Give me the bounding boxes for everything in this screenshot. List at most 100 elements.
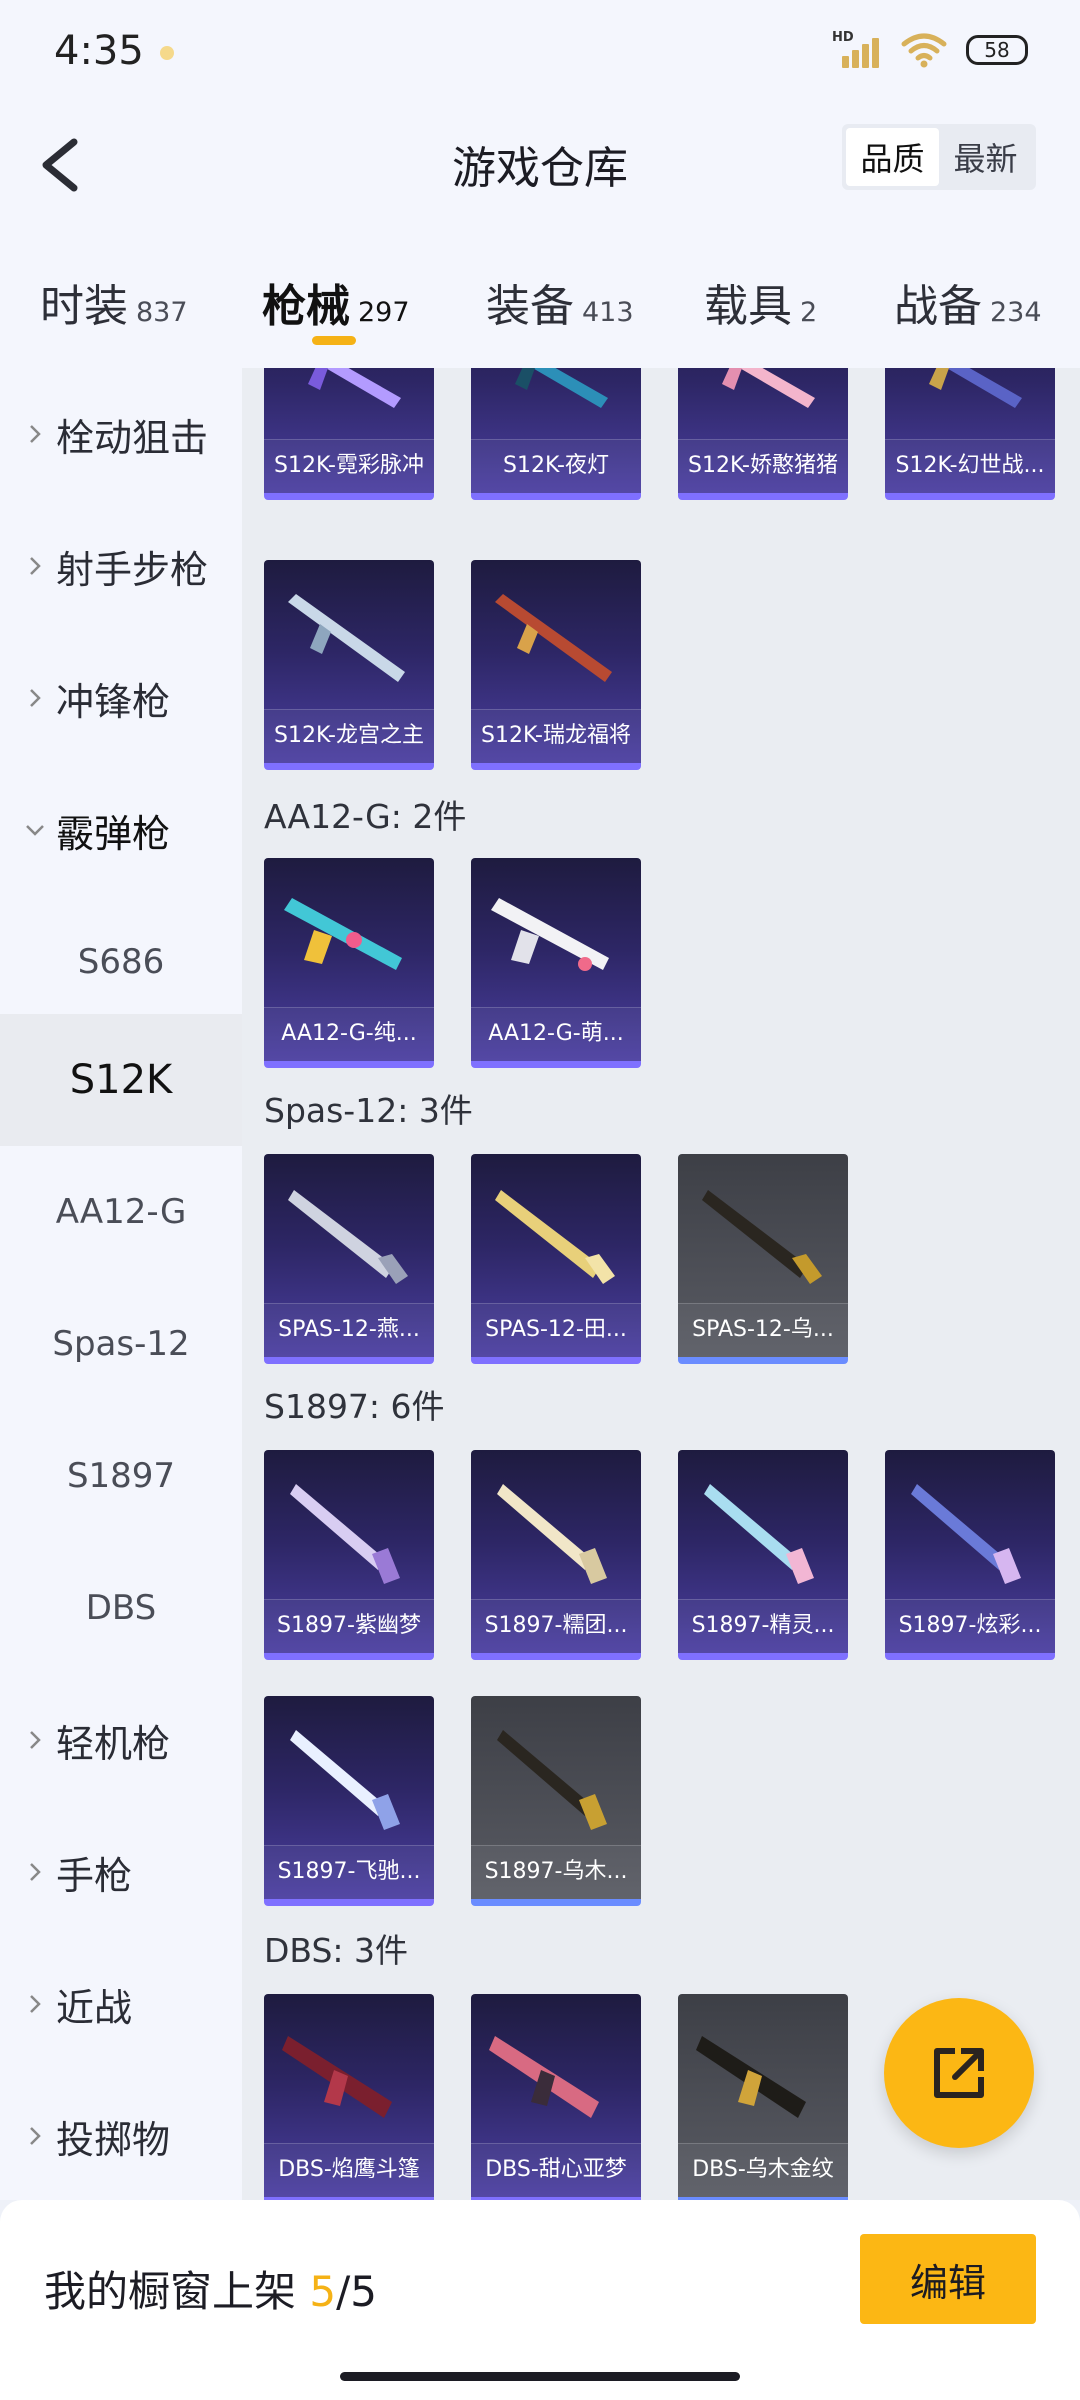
header: 游戏仓库 品质 最新 bbox=[0, 110, 1080, 240]
shotgun-skin-icon bbox=[911, 1484, 1021, 1584]
shotgun-skin-icon bbox=[495, 1190, 615, 1284]
showcase-bar: 我的橱窗上架 5/5 编辑 bbox=[0, 2200, 1080, 2400]
item-name: S12K-龙宫之主 bbox=[264, 709, 434, 763]
sidebar-item-melee[interactable]: 近战 bbox=[0, 1938, 242, 2070]
shotgun-skin-icon bbox=[288, 1190, 408, 1284]
item-name: S1897-乌木... bbox=[471, 1845, 641, 1899]
shotgun-skin-icon bbox=[497, 1484, 607, 1584]
sidebar-item-label: 轻机枪 bbox=[56, 1721, 171, 1766]
hd-label: HD bbox=[832, 30, 854, 45]
shotgun-skin-icon bbox=[290, 1730, 400, 1830]
showcase-current-count: 5 bbox=[309, 2267, 337, 2316]
item-card[interactable]: AA12-G-纯... bbox=[264, 858, 434, 1068]
shotgun-skin-icon bbox=[696, 2036, 806, 2118]
item-card[interactable]: SPAS-12-田... bbox=[471, 1154, 641, 1364]
tab-tactical[interactable]: 战备 234 bbox=[894, 270, 1042, 334]
share-external-icon bbox=[934, 2048, 984, 2098]
item-name: S12K-娇憨猪猪 bbox=[678, 439, 848, 493]
item-card[interactable]: S12K-夜灯 bbox=[471, 368, 641, 500]
shotgun-skin-icon bbox=[290, 1484, 400, 1584]
sidebar-item-label: 栓动狙击 bbox=[56, 415, 209, 460]
showcase-separator: / bbox=[336, 2267, 351, 2316]
item-name: SPAS-12-乌... bbox=[678, 1303, 848, 1357]
item-card[interactable]: S12K-瑞龙福将 bbox=[471, 560, 641, 770]
item-card[interactable]: DBS-甜心亚梦 bbox=[471, 1994, 641, 2200]
tab-count: 297 bbox=[358, 297, 410, 328]
sidebar-item-smg[interactable]: 冲锋枪 bbox=[0, 632, 242, 764]
shotgun-skin-icon bbox=[515, 368, 608, 408]
group-title-s1897: S1897: 6件 bbox=[264, 1387, 445, 1426]
group-title-aa12g: AA12-G: 2件 bbox=[264, 797, 467, 836]
weapon-type-sidebar: 栓动狙击 射手步枪 冲锋枪 霰弹枪 S686 S12K AA12-G Spas-… bbox=[0, 368, 242, 2200]
sort-toggle: 品质 最新 bbox=[842, 124, 1036, 190]
item-card[interactable]: S12K-娇憨猪猪 bbox=[678, 368, 848, 500]
sort-by-quality-button[interactable]: 品质 bbox=[846, 128, 939, 186]
item-card[interactable]: S1897-糯团... bbox=[471, 1450, 641, 1660]
item-grid: S12K-霓彩脉冲 S12K-夜灯 S12K-娇憨猪猪 S12K-幻世战... … bbox=[242, 368, 1080, 2200]
sidebar-item-label: 手枪 bbox=[56, 1853, 133, 1898]
sidebar-item-throwable[interactable]: 投掷物 bbox=[0, 2070, 242, 2202]
sidebar-item-shotgun[interactable]: 霰弹枪 bbox=[0, 764, 242, 896]
item-card[interactable]: AA12-G-萌... bbox=[471, 858, 641, 1068]
item-card[interactable]: S12K-幻世战... bbox=[885, 368, 1055, 500]
item-name: S1897-炫彩... bbox=[885, 1599, 1055, 1653]
item-card[interactable]: S12K-霓彩脉冲 bbox=[264, 368, 434, 500]
sidebar-item-pistol[interactable]: 手枪 bbox=[0, 1806, 242, 1938]
status-time: 4:35 bbox=[54, 28, 144, 74]
tab-firearms[interactable]: 枪械 297 bbox=[262, 270, 410, 334]
item-name: S1897-精灵... bbox=[678, 1599, 848, 1653]
tab-equipment[interactable]: 装备 413 bbox=[486, 270, 634, 334]
item-card[interactable]: SPAS-12-乌... bbox=[678, 1154, 848, 1364]
shotgun-skin-icon bbox=[497, 1730, 607, 1830]
sidebar-sub-aa12g[interactable]: AA12-G bbox=[0, 1146, 242, 1278]
sidebar-sub-s12k[interactable]: S12K bbox=[0, 1014, 242, 1146]
category-tabs: 时装 837 枪械 297 装备 413 载具 2 战备 234 bbox=[0, 240, 1080, 368]
home-indicator[interactable] bbox=[340, 2372, 740, 2381]
shotgun-skin-icon bbox=[284, 898, 402, 970]
chevron-right-icon bbox=[30, 2127, 41, 2145]
tab-vehicles[interactable]: 载具 2 bbox=[704, 270, 817, 334]
sidebar-sub-dbs[interactable]: DBS bbox=[0, 1542, 242, 1674]
tab-fashion[interactable]: 时装 837 bbox=[40, 270, 188, 334]
tab-count: 413 bbox=[582, 297, 634, 328]
item-name: DBS-乌木金纹 bbox=[678, 2143, 848, 2197]
item-card[interactable]: S1897-紫幽梦 bbox=[264, 1450, 434, 1660]
item-name: S12K-霓彩脉冲 bbox=[264, 439, 434, 493]
chevron-right-icon bbox=[30, 557, 41, 575]
item-card[interactable]: S1897-炫彩... bbox=[885, 1450, 1055, 1660]
item-name: SPAS-12-田... bbox=[471, 1303, 641, 1357]
sidebar-sub-spas12[interactable]: Spas-12 bbox=[0, 1278, 242, 1410]
item-name: DBS-焰鹰斗篷 bbox=[264, 2143, 434, 2197]
item-card[interactable]: S1897-乌木... bbox=[471, 1696, 641, 1906]
battery-level: 58 bbox=[984, 38, 1010, 62]
shotgun-skin-icon bbox=[704, 1484, 814, 1584]
item-name: S12K-瑞龙福将 bbox=[471, 709, 641, 763]
group-title-spas12: Spas-12: 3件 bbox=[264, 1091, 473, 1130]
item-card[interactable]: DBS-乌木金纹 bbox=[678, 1994, 848, 2200]
item-card[interactable]: SPAS-12-燕... bbox=[264, 1154, 434, 1364]
share-button[interactable] bbox=[884, 1998, 1034, 2148]
shotgun-skin-icon bbox=[722, 368, 815, 408]
sidebar-item-label: 射手步枪 bbox=[56, 547, 209, 592]
item-card[interactable]: S1897-飞驰... bbox=[264, 1696, 434, 1906]
shotgun-skin-icon bbox=[702, 1190, 822, 1284]
sort-by-newest-button[interactable]: 最新 bbox=[939, 128, 1032, 186]
item-card[interactable]: S12K-龙宫之主 bbox=[264, 560, 434, 770]
chevron-right-icon bbox=[30, 425, 41, 443]
tab-label: 枪械 bbox=[262, 281, 350, 332]
edit-button[interactable]: 编辑 bbox=[860, 2234, 1036, 2324]
chevron-down-icon bbox=[26, 825, 44, 836]
sidebar-item-lmg[interactable]: 轻机枪 bbox=[0, 1674, 242, 1806]
sidebar-sub-s1897[interactable]: S1897 bbox=[0, 1410, 242, 1542]
tab-label: 战备 bbox=[894, 281, 982, 332]
sidebar-sub-s686[interactable]: S686 bbox=[0, 896, 242, 1028]
item-card[interactable]: S1897-精灵... bbox=[678, 1450, 848, 1660]
tab-label: 时装 bbox=[40, 281, 128, 332]
item-card[interactable]: DBS-焰鹰斗篷 bbox=[264, 1994, 434, 2200]
shotgun-skin-icon bbox=[929, 368, 1022, 408]
chevron-right-icon bbox=[30, 1863, 41, 1881]
shotgun-skin-icon bbox=[489, 2036, 599, 2118]
sidebar-item-marksman[interactable]: 射手步枪 bbox=[0, 500, 242, 632]
shotgun-skin-icon bbox=[308, 368, 401, 408]
sidebar-item-bolt-sniper[interactable]: 栓动狙击 bbox=[0, 368, 242, 500]
